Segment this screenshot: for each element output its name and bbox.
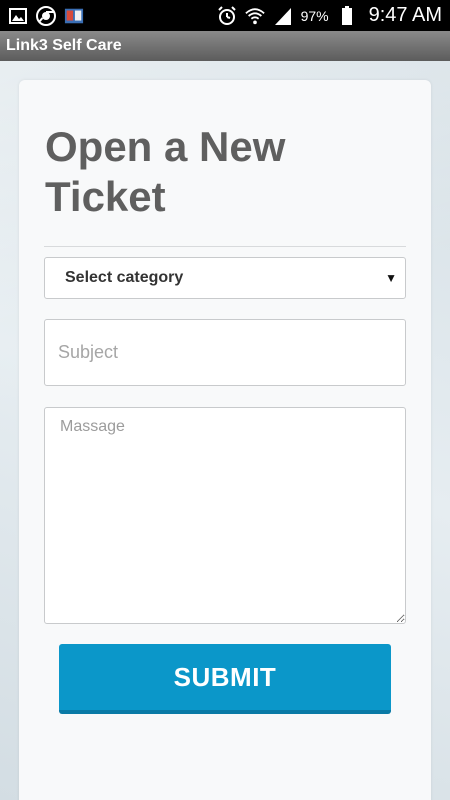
subject-input[interactable] [44, 319, 406, 386]
alarm-icon [217, 5, 237, 26]
submit-button[interactable]: SUBMIT [59, 644, 391, 714]
message-textarea[interactable] [44, 407, 406, 624]
signal-icon [273, 6, 293, 26]
chrome-icon [36, 5, 56, 26]
content-background: Open a New Ticket Select category ▼ SUBM… [0, 61, 450, 800]
status-right-icons: 97% 9:47 AM [217, 4, 442, 27]
app-title: Link3 Self Care [6, 37, 122, 54]
app-bar: Link3 Self Care [0, 31, 450, 61]
ticket-form-card: Open a New Ticket Select category ▼ SUBM… [19, 80, 431, 800]
dropdown-arrow-icon: ▼ [385, 271, 397, 285]
book-app-icon [64, 6, 84, 26]
status-time: 9:47 AM [368, 4, 442, 26]
wifi-icon [244, 6, 265, 26]
category-select-value: Select category [65, 269, 184, 286]
status-left-icons [8, 5, 84, 26]
title-divider [44, 246, 406, 247]
page-title: Open a New Ticket [45, 123, 286, 220]
category-select[interactable]: Select category ▼ [44, 257, 406, 299]
battery-icon [337, 5, 357, 26]
battery-percent: 97% [300, 7, 329, 24]
status-bar: 97% 9:47 AM [0, 0, 450, 31]
gallery-icon [8, 6, 28, 26]
